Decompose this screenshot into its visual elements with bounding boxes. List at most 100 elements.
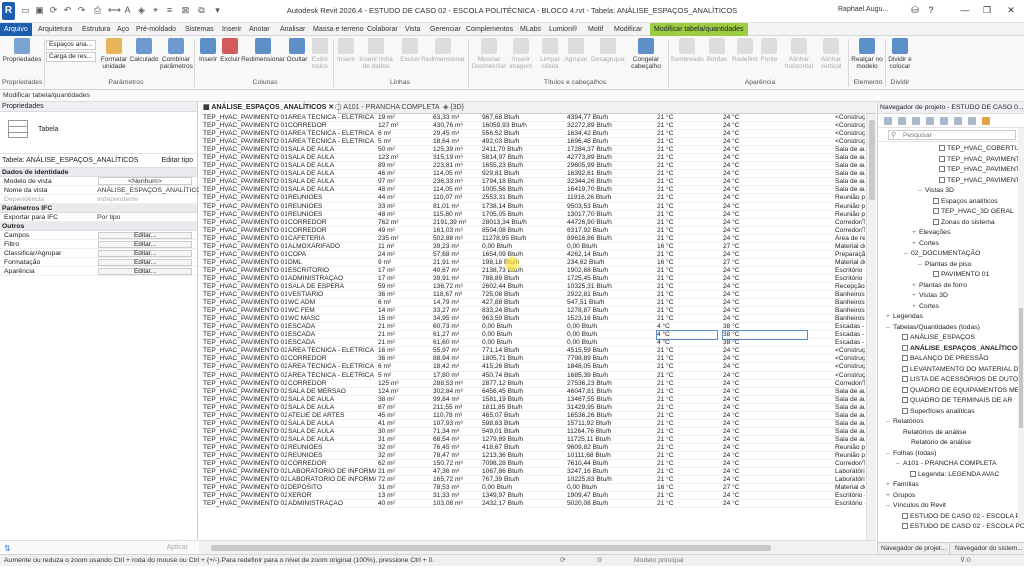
table-cell[interactable]: 78,47 m³ xyxy=(433,452,479,460)
table-cell[interactable]: 21 m² xyxy=(378,468,424,476)
table-row[interactable]: TEP_HVAC_PAVIMENTO 02 ATELIÊ DE ARTES 45 m… xyxy=(199,412,865,420)
table-cell[interactable]: <Construção> xyxy=(835,130,865,138)
table-cell[interactable]: 24 °C xyxy=(723,194,807,202)
table-cell[interactable]: 21 m² xyxy=(378,323,424,331)
table-cell[interactable]: <Construção> xyxy=(835,372,865,380)
layer-icon[interactable] xyxy=(940,117,948,125)
tab-colaborar[interactable]: Colaborar xyxy=(367,23,398,36)
table-cell[interactable]: 24 °C xyxy=(723,146,807,154)
prop-row[interactable]: Campos Editar... xyxy=(0,231,197,240)
table-cell[interactable]: 21 °C xyxy=(657,372,717,380)
table-cell[interactable]: 24 °C xyxy=(723,380,807,388)
table-cell[interactable]: TEP_HVAC_PAVIMENTO 01 xyxy=(203,291,287,299)
tree-item[interactable]: Relatório de análise xyxy=(904,438,971,448)
tab-estrutura[interactable]: Estrutura xyxy=(82,23,110,36)
table-row[interactable]: TEP_HVAC_PAVIMENTO 01 WC MASC 15 m² 34,95 m… xyxy=(199,315,865,324)
table-cell[interactable]: SALA DE AULA xyxy=(288,404,376,412)
tree-item[interactable]: + Grupos xyxy=(886,491,915,501)
table-cell[interactable]: 24 °C xyxy=(723,227,807,235)
table-cell[interactable]: TEP_HVAC_PAVIMENTO 01 xyxy=(203,331,287,339)
table-cell[interactable]: 21 °C xyxy=(657,114,717,122)
table-cell[interactable]: TEP_HVAC_PAVIMENTO 02 xyxy=(203,436,287,444)
scroll-thumb[interactable] xyxy=(211,545,771,551)
table-cell[interactable]: 1705,05 Btu/h xyxy=(482,211,560,219)
table-cell[interactable]: TEP_HVAC_PAVIMENTO 02 xyxy=(203,396,287,404)
table-cell[interactable]: 418,67 Btu/h xyxy=(482,444,560,452)
table-cell[interactable]: SALA DE AULA xyxy=(288,420,376,428)
tree-item[interactable]: – Folhas (todas) xyxy=(886,449,936,459)
table-row[interactable]: TEP_HVAC_PAVIMENTO 02 CORREDOR 125 m² 288,5… xyxy=(199,380,865,388)
tab-gerenciar[interactable]: Gerenciar xyxy=(430,23,461,36)
tree-item[interactable]: + Cortes xyxy=(912,239,939,249)
table-cell[interactable]: 11725,11 Btu/h xyxy=(567,436,653,444)
table-cell[interactable]: ÁREA TÉCNICA - ELÉTRICA xyxy=(288,372,376,380)
table-cell[interactable]: 21 °C xyxy=(657,219,717,227)
minimize-icon[interactable]: — xyxy=(958,4,972,17)
table-cell[interactable]: SALA DE AULA xyxy=(288,428,376,436)
table-cell[interactable]: WC MASC xyxy=(288,315,376,323)
table-cell[interactable]: 21 °C xyxy=(657,307,717,315)
tree-item[interactable]: TEP_HVAC_COBERTURA xyxy=(939,144,1024,154)
table-cell[interactable]: 125,39 m³ xyxy=(433,146,479,154)
tab-a101[interactable]: ▢ A101 - PRANCHA COMPLETA xyxy=(331,102,444,114)
scroll-thumb[interactable] xyxy=(1019,308,1023,428)
table-cell[interactable]: 21 °C xyxy=(657,283,717,291)
table-cell[interactable]: 24 °C xyxy=(723,428,807,436)
tree-item[interactable]: ESTUDO DE CASO 02 - ESCOLA POL xyxy=(902,522,1024,532)
table-cell[interactable]: 24 °C xyxy=(723,122,807,130)
prop-row[interactable]: Formatação Editar... xyxy=(0,258,197,267)
table-cell[interactable]: Reunião para c xyxy=(835,452,865,460)
table-cell[interactable]: 110,78 m³ xyxy=(433,412,479,420)
table-cell[interactable]: 1523,16 Btu/h xyxy=(567,315,653,323)
table-cell[interactable]: 1279,89 Btu/h xyxy=(482,436,560,444)
table-cell[interactable]: 24 °C xyxy=(723,420,807,428)
section-ifc[interactable]: Parâmetros IFC xyxy=(0,204,197,213)
table-cell[interactable]: 1811,85 Btu/h xyxy=(482,404,560,412)
table-row[interactable]: TEP_HVAC_PAVIMENTO 01 CAFETERIA 235 m² 502,… xyxy=(199,235,865,243)
collapse-icon[interactable]: – xyxy=(918,186,925,196)
table-cell[interactable]: 24 °C xyxy=(723,235,807,243)
table-cell[interactable]: 41 m² xyxy=(378,420,424,428)
table-row[interactable]: TEP_HVAC_PAVIMENTO 01 ESCRITÓRIO 17 m² 40,6… xyxy=(199,267,865,275)
highlight-in-model-button[interactable]: Realçar no modelo xyxy=(850,38,884,70)
table-cell[interactable]: TEP_HVAC_PAVIMENTO 01 xyxy=(203,275,287,283)
table-cell[interactable]: 4 °C xyxy=(657,323,717,331)
table-cell[interactable]: SALA DE AULA xyxy=(288,154,376,162)
tab-analise-espacos[interactable]: ▦ ANÁLISE_ESPAÇOS_ANALÍTICOS ✕ xyxy=(199,102,340,114)
collapse-icon[interactable]: – xyxy=(886,323,893,333)
table-cell[interactable]: TEP_HVAC_PAVIMENTO 01 xyxy=(203,114,287,122)
tree-item[interactable]: – Tabelas/Quantidades (todas) xyxy=(886,323,980,333)
calculated-button[interactable]: Calculado xyxy=(128,38,160,63)
table-cell[interactable]: CORREDOR xyxy=(288,227,376,235)
table-cell[interactable]: 0,00 Btu/h xyxy=(482,484,560,492)
table-cell[interactable]: 16059,93 Btu/h xyxy=(482,122,560,130)
merge-button[interactable]: Mesclar Desmesclar xyxy=(470,38,508,70)
table-cell[interactable]: 11278,95 Btu/h xyxy=(482,235,560,243)
table-cell[interactable]: TEP_HVAC_PAVIMENTO 02 xyxy=(203,420,287,428)
table-cell[interactable]: 21 °C xyxy=(657,235,717,243)
table-cell[interactable]: 17,80 m³ xyxy=(433,372,479,380)
table-cell[interactable]: 13017,70 Btu/h xyxy=(567,211,653,219)
tab-complementos[interactable]: Complementos xyxy=(466,23,513,36)
tree-item[interactable]: BALANÇO DE PRESSÃO xyxy=(902,354,989,364)
table-cell[interactable]: 38 °C xyxy=(723,323,807,331)
table-cell[interactable]: Sala de aula/f xyxy=(835,186,865,194)
table-cell[interactable]: 31429,95 Btu/h xyxy=(567,404,653,412)
table-cell[interactable]: Escritório - Fe xyxy=(835,500,865,508)
tab-modificar[interactable]: Modificar xyxy=(614,23,642,36)
table-cell[interactable]: 10225,83 Btu/h xyxy=(567,476,653,484)
table-cell[interactable]: Sala de aula/f xyxy=(835,412,865,420)
table-cell[interactable]: 24 °C xyxy=(723,154,807,162)
table-cell[interactable]: Área de refei xyxy=(835,235,865,243)
table-cell[interactable]: 21 °C xyxy=(657,412,717,420)
prop-row[interactable]: Nome da vista ANÁLISE_ESPAÇOS_ANALÍTICOS xyxy=(0,186,206,195)
table-cell[interactable]: TEP_HVAC_PAVIMENTO 01 xyxy=(203,154,287,162)
tree-item[interactable]: Legenda: LEGENDA AVAC xyxy=(910,470,999,480)
table-cell[interactable]: 21 °C xyxy=(657,476,717,484)
tree-item[interactable]: TEP_HVAC_PAVIMENTO 03 xyxy=(939,176,1024,186)
table-cell[interactable]: 11264,76 Btu/h xyxy=(567,428,653,436)
edit-sort-button[interactable]: Editar... xyxy=(98,250,192,257)
table-cell[interactable]: 97 m² xyxy=(378,178,424,186)
table-cell[interactable]: 9503,53 Btu/h xyxy=(567,203,653,211)
borders-button[interactable]: Bordas xyxy=(704,38,730,63)
